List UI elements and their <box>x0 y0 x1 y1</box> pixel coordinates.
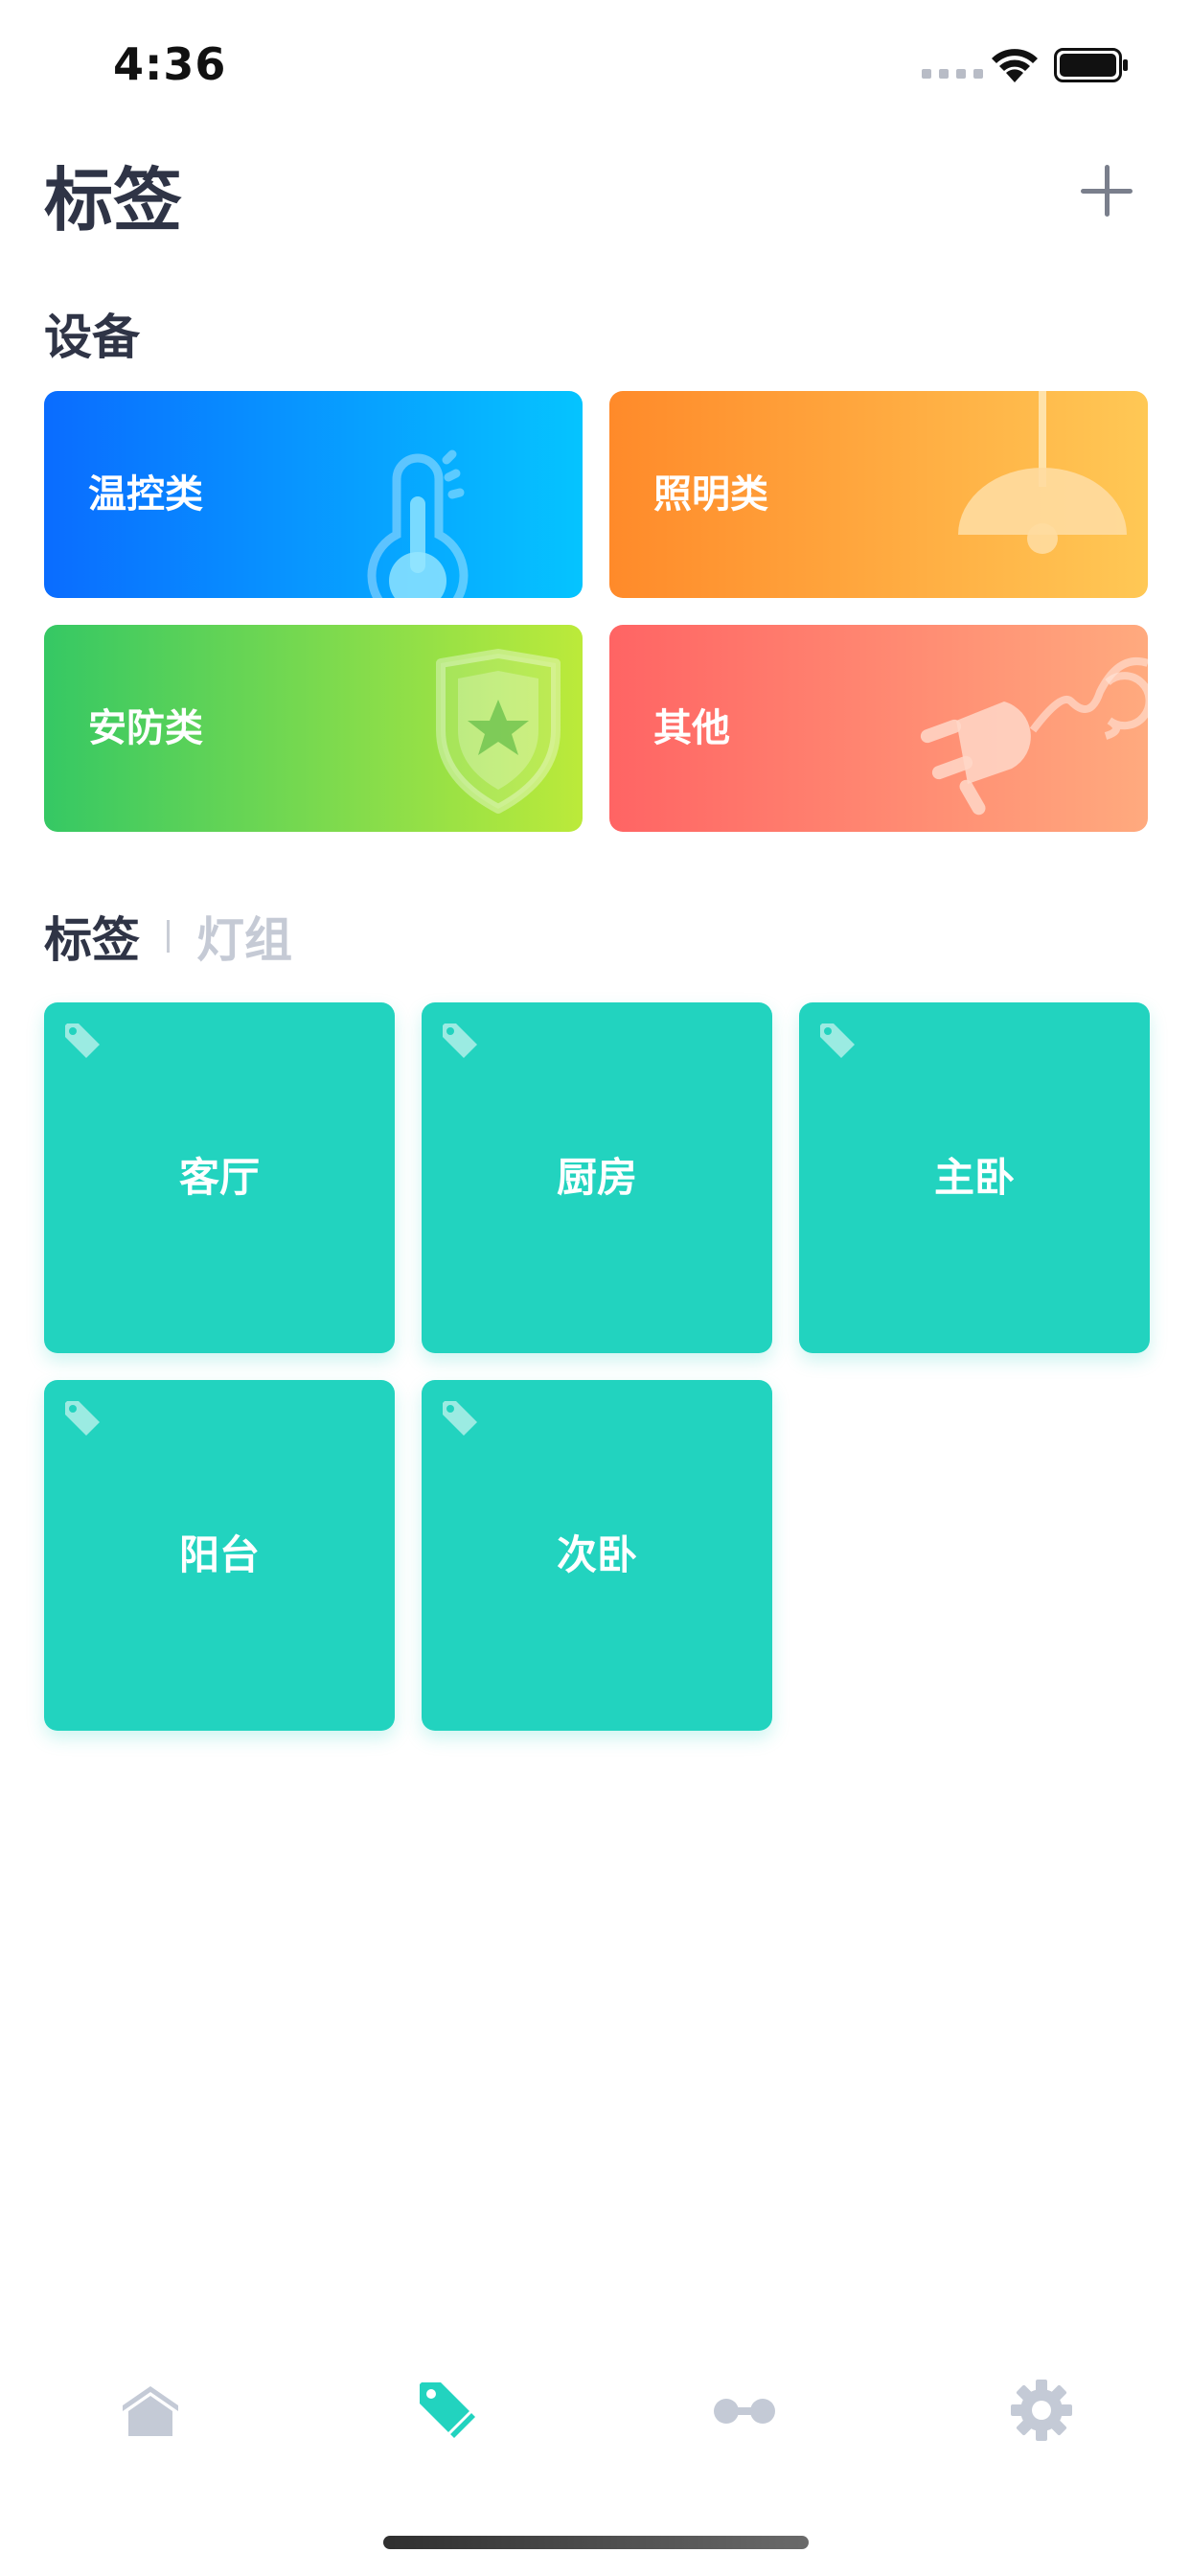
devices-heading: 设备 <box>44 310 140 365</box>
tag-tile-label: 次卧 <box>556 1531 637 1578</box>
plug-icon <box>920 657 1148 816</box>
tags-tab-row: 标签 灯组 <box>44 905 292 968</box>
status-bar: 4:36 <box>0 0 1190 126</box>
battery-icon <box>1054 48 1128 82</box>
tag-tile[interactable]: 主卧 <box>799 1002 1150 1353</box>
device-card-label: 安防类 <box>88 706 203 750</box>
nav-home[interactable] <box>98 2358 203 2463</box>
tag-tile[interactable]: 次卧 <box>422 1380 772 1731</box>
bottom-nav <box>0 2358 1190 2463</box>
tab-tags[interactable]: 标签 <box>44 902 140 971</box>
device-card-security[interactable]: 安防类 <box>44 625 583 832</box>
page-title: 标签 <box>44 160 183 241</box>
gear-icon <box>1011 2380 1072 2441</box>
tag-tile-label: 厨房 <box>556 1154 637 1201</box>
wifi-icon <box>992 49 1038 82</box>
cellular-signal-icon <box>922 69 983 79</box>
shield-star-icon <box>436 649 561 814</box>
nav-tags[interactable] <box>395 2358 500 2463</box>
tab-light-groups[interactable]: 灯组 <box>196 902 292 971</box>
nav-settings[interactable] <box>989 2358 1094 2463</box>
lamp-icon <box>958 391 1127 554</box>
scenes-icon <box>714 2399 775 2424</box>
tag-tile-label: 阳台 <box>178 1531 260 1578</box>
device-card-temperature[interactable]: 温控类 <box>44 391 583 598</box>
thermometer-icon <box>367 449 469 598</box>
tab-divider <box>167 920 170 953</box>
tag-icon <box>420 2382 475 2438</box>
tag-tile[interactable]: 阳台 <box>44 1380 395 1731</box>
device-card-label: 其他 <box>653 706 730 750</box>
home-indicator <box>383 2536 809 2549</box>
home-icon <box>123 2386 178 2436</box>
tag-tile[interactable]: 客厅 <box>44 1002 395 1353</box>
device-card-lighting[interactable]: 照明类 <box>609 391 1148 598</box>
tag-tile[interactable]: 厨房 <box>422 1002 772 1353</box>
device-card-label: 照明类 <box>653 472 768 517</box>
tag-tile-label: 主卧 <box>933 1154 1015 1201</box>
add-button[interactable] <box>1073 157 1140 224</box>
device-card-other[interactable]: 其他 <box>609 625 1148 832</box>
status-time: 4:36 <box>113 38 227 90</box>
tag-tile-label: 客厅 <box>178 1154 260 1201</box>
nav-scenes[interactable] <box>692 2358 797 2463</box>
device-card-label: 温控类 <box>88 472 203 517</box>
